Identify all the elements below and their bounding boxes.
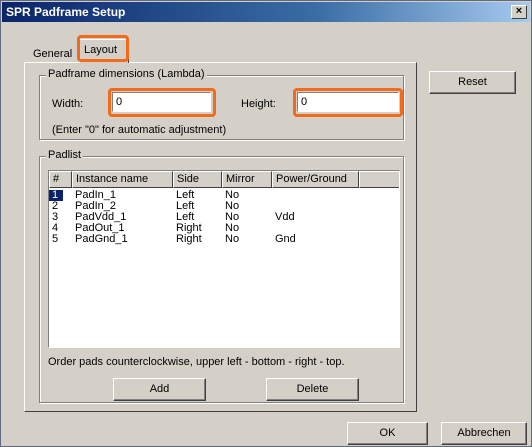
cell-number: 5 (52, 233, 59, 245)
column-header-filler (359, 171, 399, 188)
ok-button[interactable]: OK (347, 422, 428, 445)
dialog-window: SPR Padframe Setup × General Layout Padf… (0, 0, 532, 447)
height-input[interactable]: 0 (297, 92, 399, 112)
delete-button[interactable]: Delete (266, 378, 359, 401)
add-button[interactable]: Add (113, 378, 206, 401)
auto-adjust-note: (Enter "0" for automatic adjustment) (52, 124, 227, 136)
window-title: SPR Padframe Setup (6, 5, 126, 19)
padlist-header: # Instance name Side Mirror Power/Ground (49, 171, 399, 188)
close-icon[interactable]: × (511, 5, 527, 19)
height-label: Height: (241, 98, 276, 110)
column-header-instance-name[interactable]: Instance name (72, 171, 173, 188)
column-header-power-ground[interactable]: Power/Ground (272, 171, 359, 188)
tab-layout[interactable]: Layout (79, 39, 129, 63)
padframe-legend: Padframe dimensions (Lambda) (46, 68, 207, 80)
cell-instance-name: PadGnd_1 (75, 233, 128, 245)
column-header-side[interactable]: Side (173, 171, 222, 188)
cell-side: Right (176, 233, 202, 245)
reset-button[interactable]: Reset (429, 71, 516, 94)
cancel-button[interactable]: Abbrechen (441, 422, 527, 445)
cell-mirror: No (225, 233, 240, 245)
padlist-table[interactable]: # Instance name Side Mirror Power/Ground… (48, 170, 400, 348)
padlist-legend: Padlist (46, 149, 84, 161)
table-row[interactable]: 5 PadGnd_1 Right No Gnd (49, 234, 399, 245)
title-bar[interactable]: SPR Padframe Setup × (2, 2, 530, 22)
column-header-number[interactable]: # (49, 171, 72, 188)
order-hint: Order pads counterclockwise, upper left … (48, 356, 345, 368)
width-input[interactable]: 0 (112, 92, 211, 112)
column-header-mirror[interactable]: Mirror (222, 171, 272, 188)
width-label: Width: (52, 98, 84, 110)
cell-power-ground: Vdd (275, 211, 295, 223)
cell-power-ground: Gnd (275, 233, 296, 245)
cell-power-ground (272, 190, 275, 201)
